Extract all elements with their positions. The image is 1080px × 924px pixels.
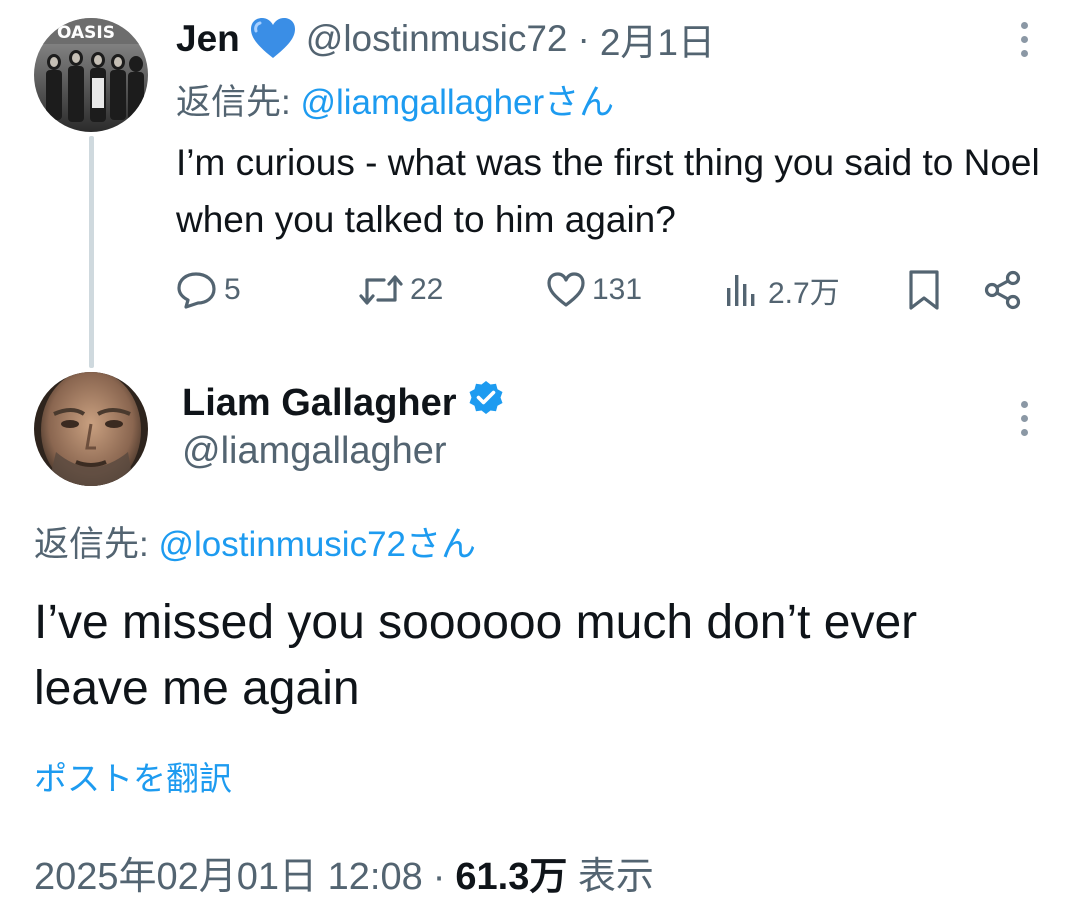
views-button[interactable]: 2.7万 (722, 264, 840, 316)
share-button[interactable] (982, 264, 1024, 316)
reply-count: 5 (224, 273, 241, 306)
reply-to-link[interactable]: @liamgallagherさん (300, 83, 614, 122)
translate-post-link[interactable]: ポストを翻訳 (34, 752, 232, 800)
verified-badge-icon[interactable] (467, 379, 505, 427)
main-tweet-text: I’ve missed you soooooo much don’t ever … (34, 596, 918, 715)
header-separator: · (577, 18, 590, 59)
blue-heart-icon (250, 18, 296, 60)
like-count: 131 (592, 273, 643, 306)
reply-prefix: 返信先: (34, 525, 159, 564)
action-bar: 5 22 131 2.7万 (176, 264, 1036, 316)
parent-tweet-header: Jen @lostinmusic72 · 2月1日 (176, 14, 715, 64)
more-options-icon[interactable] (1009, 16, 1039, 62)
views-chart-icon (727, 275, 755, 306)
parent-tweet-text: I’m curious - what was the first thing y… (176, 142, 1040, 240)
post-metadata: 2025年02月01日 12:08 · 61.3万 表示 (34, 845, 654, 900)
author-name[interactable]: Liam Gallagher (182, 382, 457, 425)
post-date[interactable]: 2月1日 (600, 12, 715, 66)
replying-to: 返信先: @lostinmusic72さん (34, 516, 476, 567)
reply-button[interactable]: 5 (176, 264, 241, 316)
views-count[interactable]: 61.3万 (455, 856, 567, 898)
reply-prefix: 返信先: (176, 83, 301, 122)
post-timestamp[interactable]: 2025年02月01日 12:08 (34, 845, 423, 900)
more-options-icon[interactable] (1009, 395, 1039, 441)
thread-connector-line (89, 136, 94, 368)
repost-count: 22 (410, 273, 444, 306)
tweet-thread: OASIS Jen @lostinmusic72 · 2月1日 返信先: @li… (0, 0, 1080, 924)
bookmark-icon (909, 270, 939, 310)
repost-button[interactable]: 22 (358, 264, 443, 316)
share-icon (984, 270, 1021, 310)
view-count: 2.7万 (768, 277, 840, 310)
bookmark-button[interactable] (904, 264, 944, 316)
avatar-jen[interactable]: OASIS (34, 18, 148, 132)
author-name[interactable]: Jen (176, 18, 240, 60)
avatar-liam[interactable] (34, 372, 148, 486)
reply-to-link[interactable]: @lostinmusic72さん (158, 525, 476, 564)
views-label: 表示 (577, 856, 654, 898)
main-tweet-author: Liam Gallagher (182, 378, 505, 428)
avatar-image (34, 372, 148, 486)
replying-to: 返信先: @liamgallagherさん (176, 74, 614, 125)
repost-icon (359, 275, 403, 305)
main-tweet-handle[interactable]: @liamgallagher (182, 430, 447, 473)
avatar-band-text: OASIS (57, 23, 115, 43)
meta-separator: · (432, 856, 446, 898)
avatar-image: OASIS (34, 18, 148, 132)
author-handle[interactable]: @lostinmusic72 (306, 18, 568, 60)
like-button[interactable]: 131 (546, 264, 642, 316)
reply-icon (177, 272, 216, 309)
heart-icon (547, 272, 585, 307)
